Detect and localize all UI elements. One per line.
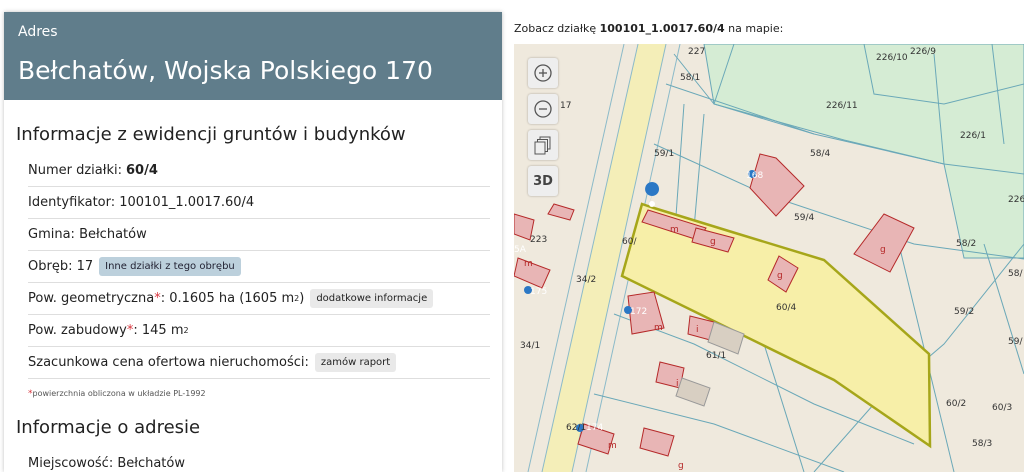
other-parcels-button[interactable]: Inne działki z tego obrębu [99,257,241,276]
map-caption: Zobacz działkę 100101_1.0017.60/4 na map… [514,22,783,35]
layers-button[interactable] [528,130,558,160]
zoom-out-icon [534,100,552,118]
map-canvas[interactable]: 227 58/1 226/10 226/9 226/11 226/1 226 5… [514,44,1024,472]
zoom-out-button[interactable] [528,94,558,124]
map-label: 58/ [1008,269,1023,279]
area-note: *powierzchnia obliczona w układzie PL-19… [4,379,502,399]
caption-suffix: na mapie: [728,22,784,35]
map-green-area [703,44,1024,259]
row-gmina: Gmina: Bełchatów [28,219,490,251]
3d-button[interactable]: 3D [528,166,558,196]
map-label: 5A [514,245,527,255]
map-label: 59/4 [794,213,814,223]
map-label: 34/2 [576,275,596,285]
map-label: g [880,245,886,255]
map-label: 59/2 [954,307,974,317]
map-label: 60/ [622,237,637,247]
map-label: 58/3 [972,439,992,449]
row-miejscowosc: Miejscowość: Bełchatów [28,448,490,472]
zoom-in-icon [534,64,552,82]
map-label: 62/1 [566,423,586,433]
info-panel: Adres Bełchatów, Wojska Polskiego 170 In… [4,12,502,472]
map-label: 58/2 [956,239,976,249]
order-report-button[interactable]: zamów raport [314,353,397,372]
gmina-text: Gmina: Bełchatów [28,227,147,242]
additional-info-button[interactable]: dodatkowe informacje [310,289,434,308]
map-label: m [608,441,617,451]
map-label: 226/11 [826,101,858,111]
note-text: powierzchnia obliczona w układzie PL-199… [32,389,206,398]
row-cena: Szacunkowa cena ofertowa nieruchomości: … [28,347,490,379]
pow-zab-value: : 145 m [133,323,184,338]
address-label: Adres [18,24,58,40]
pow-geo-end: ) [299,291,305,306]
parcel-map[interactable]: 227 58/1 226/10 226/9 226/11 226/1 226 5… [514,44,1024,472]
obreb-text: Obręb: 17 [28,259,94,274]
map-label: i [676,379,679,389]
row-numer-dzialki: Numer działki: 60/4 [28,155,490,187]
section-title-adres: Informacje o adresie [16,417,201,438]
map-label: 226/9 [910,47,936,57]
map-label: 227 [688,47,705,57]
map-label: 175 [530,287,547,297]
section-title-ewidencja: Informacje z ewidencji gruntów i budynkó… [16,124,406,145]
pow-zab-label: Pow. zabudowy [28,323,127,338]
caption-prefix: Zobacz działkę [514,22,597,35]
map-label: g [710,237,716,247]
map-label: 223 [530,235,547,245]
map-label: 226/10 [876,53,908,63]
row-pow-geometryczna: Pow. geometryczna *: 0.1605 ha (1605 m 2) … [28,283,490,315]
identyfikator-text: Identyfikator: 100101_1.0017.60/4 [28,195,255,210]
numer-label: Numer działki: [28,163,122,178]
sup-2: 2 [183,326,189,335]
caption-parcel-id: 100101_1.0017.60/4 [599,22,725,35]
map-label: 174 [586,423,603,433]
map-label: 59/ [1008,337,1023,347]
map-label: m [654,323,663,333]
map-label: 61/1 [706,351,726,361]
map-label: 60/4 [776,303,796,313]
map-label: 59/1 [654,149,674,159]
map-label: 58/4 [810,149,830,159]
3d-label: 3D [533,173,553,189]
row-identyfikator: Identyfikator: 100101_1.0017.60/4 [28,187,490,219]
pow-geo-label: Pow. geometryczna [28,291,155,306]
map-label: m [670,225,679,235]
map-label: m [524,259,533,269]
map-label: 226/1 [960,131,986,141]
map-label: 17 [560,101,571,111]
cena-label: Szacunkowa cena ofertowa nieruchomości: [28,355,309,370]
map-label: 168 [746,171,763,181]
map-label: 60/3 [992,403,1012,413]
map-label: 34/1 [520,341,540,351]
map-label: g [777,271,783,281]
row-obreb: Obręb: 17 Inne działki z tego obrębu [28,251,490,283]
map-label: 60/2 [946,399,966,409]
map-label: 226 [1008,195,1024,205]
map-label: g [678,461,684,471]
map-label: 58/1 [680,73,700,83]
pow-geo-value: : 0.1605 ha (1605 m [160,291,295,306]
miejscowosc-text: Miejscowość: Bełchatów [28,456,185,471]
map-label: i [696,325,699,335]
numer-value: 60/4 [125,163,158,178]
layers-icon [534,136,551,155]
map-label: 172 [630,307,647,317]
row-pow-zabudowy: Pow. zabudowy *: 145 m2 [28,315,490,347]
address-header: Adres Bełchatów, Wojska Polskiego 170 [4,12,502,100]
address-title: Bełchatów, Wojska Polskiego 170 [18,56,433,85]
zoom-in-button[interactable] [528,58,558,88]
